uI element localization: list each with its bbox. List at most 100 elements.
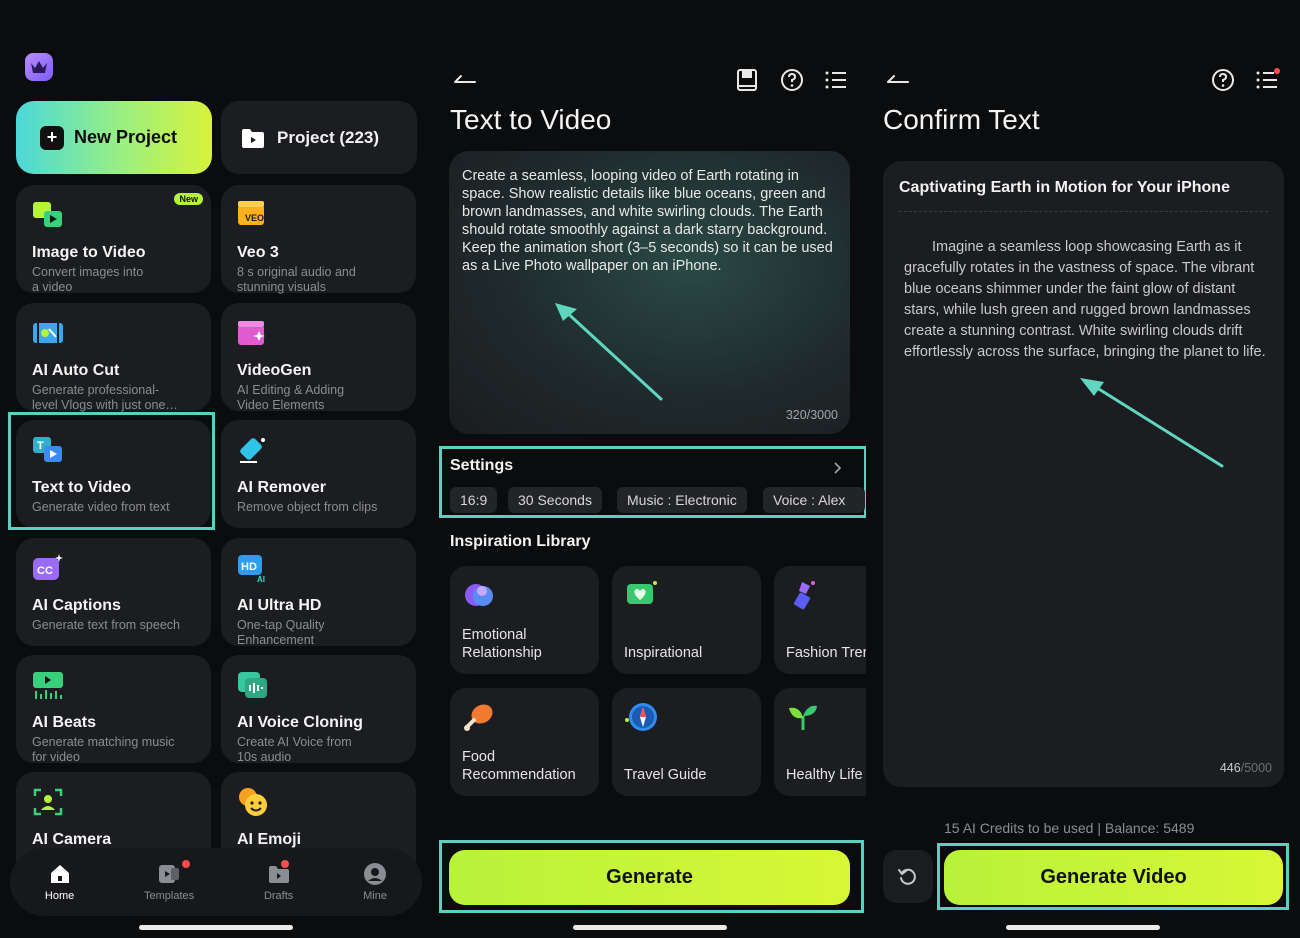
home-screen: + New Project Project (223) New Image to… — [0, 0, 433, 938]
tool-subtitle: stunning visuals — [237, 280, 326, 294]
tab-templates[interactable]: Templates — [144, 860, 195, 902]
tool-subtitle: Create AI Voice from — [237, 735, 352, 749]
tool-title: AI Emoji — [237, 831, 302, 848]
tab-label: Drafts — [263, 890, 294, 902]
text-to-video-screen: Text to Video Create a seamless, looping… — [433, 0, 866, 938]
tool-title: AI Camera — [32, 831, 112, 848]
tool-subtitle: a video — [32, 280, 73, 294]
home-indicator — [573, 925, 727, 930]
confirm-text-card[interactable]: Captivating Earth in Motion for Your iPh… — [883, 161, 1284, 787]
tab-drafts[interactable]: Drafts — [263, 860, 294, 902]
tool-subtitle: One-tap Quality — [237, 618, 325, 632]
inspiration-card-emotional-relationship[interactable]: Emotional Relationship — [450, 566, 599, 674]
heart-message-icon — [627, 581, 657, 604]
projects-button[interactable]: Project (223) — [221, 101, 417, 174]
tool-card-ai-captions[interactable]: CC AI Captions Generate text from speech — [16, 538, 211, 646]
videogen-icon — [238, 321, 265, 345]
templates-icon — [159, 865, 180, 883]
tool-title: AI Remover — [237, 479, 326, 496]
tool-title: Veo 3 — [237, 244, 279, 261]
annotation-arrow — [1080, 378, 1224, 468]
compass-icon — [625, 703, 657, 731]
tool-subtitle: Generate text from speech — [32, 618, 180, 632]
tool-card-veo3[interactable]: VEO3 Veo 3 8 s original audio and stunni… — [221, 185, 416, 294]
list-icon[interactable] — [1256, 68, 1280, 90]
tool-subtitle: Convert images into — [32, 265, 144, 279]
help-icon[interactable] — [1211, 68, 1235, 92]
tool-subtitle: Remove object from clips — [237, 500, 378, 514]
tool-title: AI Captions — [32, 597, 121, 614]
inspiration-card-food-recommendation[interactable]: Food Recommendation — [450, 688, 599, 796]
eraser-icon — [240, 438, 265, 463]
tab-label: Mine — [363, 890, 387, 902]
inspiration-label: Food Recommendation — [462, 749, 576, 783]
new-badge: New — [174, 193, 203, 205]
inspiration-card-inspirational[interactable]: Inspirational — [612, 566, 761, 674]
tool-title: AI Ultra HD — [237, 597, 322, 614]
generate-video-highlight — [937, 843, 1289, 910]
tool-card-ai-remover[interactable]: AI Remover Remove object from clips — [221, 420, 416, 528]
tool-title: VideoGen — [237, 362, 312, 379]
inspiration-card-fashion-trend[interactable]: Fashion Trer — [774, 566, 866, 674]
svg-text:CC: CC — [37, 565, 53, 577]
generate-highlight — [439, 840, 864, 913]
drumstick-icon — [464, 704, 493, 731]
refresh-icon — [898, 868, 916, 885]
user-icon — [364, 863, 387, 885]
text-to-video-highlight — [8, 412, 215, 530]
veo3-icon: VEO3 — [238, 201, 269, 225]
tool-card-videogen[interactable]: VideoGen AI Editing & Adding Video Eleme… — [221, 303, 416, 412]
inspiration-label: Emotional Relationship — [462, 627, 542, 661]
tool-title: AI Voice Cloning — [237, 714, 363, 731]
tool-card-ai-auto-cut[interactable]: AI Auto Cut Generate professional- level… — [16, 303, 211, 412]
char-counter: 446/5000 — [1219, 761, 1272, 775]
home-indicator — [1006, 925, 1160, 930]
home-icon — [50, 865, 69, 883]
tool-subtitle: Generate professional- — [32, 383, 160, 397]
beats-icon — [33, 672, 63, 699]
svg-text:HD: HD — [241, 561, 257, 573]
tool-subtitle: Enhancement — [237, 633, 315, 647]
auto-cut-icon — [33, 323, 63, 343]
tool-subtitle: 8 s original audio and — [237, 265, 356, 279]
page-title: Confirm Text — [883, 104, 1040, 135]
back-arrow-icon[interactable] — [886, 72, 910, 86]
inspiration-card-healthy-life[interactable]: Healthy Life — [774, 688, 866, 796]
tab-home[interactable]: Home — [45, 862, 74, 902]
script-heading: Captivating Earth in Motion for Your iPh… — [899, 179, 1230, 196]
tool-subtitle: for video — [32, 750, 80, 764]
emoji-icon — [239, 788, 267, 816]
tool-subtitle: Video Elements — [237, 398, 325, 412]
notification-dot — [182, 860, 191, 868]
svg-text:VEO3: VEO3 — [245, 213, 269, 223]
tool-title: AI Beats — [32, 714, 97, 731]
plus-icon: + — [40, 125, 64, 150]
image-to-video-icon — [33, 202, 62, 227]
bottom-tab-bar: Home Templates Drafts Mine — [10, 848, 422, 916]
script-body: Imagine a seamless loop showcasing Earth… — [904, 239, 1266, 360]
inspiration-card-travel-guide[interactable]: Travel Guide — [612, 688, 761, 796]
tool-card-ai-beats[interactable]: AI Beats Generate matching music for vid… — [16, 655, 211, 764]
tool-card-image-to-video[interactable]: New Image to Video Convert images into a… — [16, 185, 211, 294]
sprout-icon — [789, 705, 817, 730]
confirm-text-screen: Confirm Text Captivating Earth in Motion… — [866, 0, 1300, 938]
inspiration-label: Fashion Trer — [786, 645, 866, 661]
inspiration-grid: Emotional Relationship Inspirational Fash… — [433, 0, 866, 938]
tool-title: Image to Video — [32, 244, 146, 261]
camera-icon — [33, 788, 63, 816]
tab-mine[interactable]: Mine — [363, 862, 387, 902]
inspiration-label: Inspirational — [624, 645, 703, 661]
home-indicator — [139, 925, 293, 930]
new-project-label: New Project — [74, 127, 178, 147]
tab-label: Home — [44, 890, 75, 902]
tab-label: Templates — [144, 890, 195, 902]
regenerate-button[interactable] — [883, 850, 933, 903]
tool-card-ai-voice-cloning[interactable]: AI Voice Cloning Create AI Voice from 10… — [221, 655, 416, 764]
premium-crown-icon[interactable] — [25, 53, 53, 81]
lipstick-icon — [794, 581, 815, 610]
tool-card-ai-ultra-hd[interactable]: HD AI AI Ultra HD One-tap Quality Enhance… — [221, 538, 416, 647]
new-project-button[interactable]: + New Project — [16, 101, 212, 174]
inspiration-label: Travel Guide — [624, 767, 707, 783]
hd-icon: HDAI — [238, 555, 265, 584]
tool-title: AI Auto Cut — [32, 362, 120, 379]
